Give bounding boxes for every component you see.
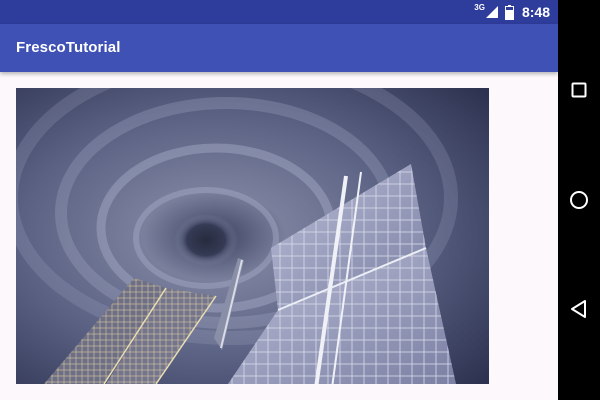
back-button[interactable] xyxy=(558,288,600,330)
back-icon xyxy=(570,299,588,319)
clock: 8:48 xyxy=(521,4,550,20)
hurricane-eye xyxy=(174,214,238,266)
home-button[interactable] xyxy=(558,179,600,221)
navigation-bar xyxy=(558,0,600,400)
app-title: FrescoTutorial xyxy=(16,39,121,56)
status-bar: 3G 8:48 xyxy=(0,0,558,24)
content-area xyxy=(0,72,558,400)
status-icons: 3G 8:48 xyxy=(474,0,550,24)
app-bar: FrescoTutorial xyxy=(0,24,558,72)
recents-button[interactable] xyxy=(558,69,600,111)
battery-icon xyxy=(504,4,514,20)
space-station-photo xyxy=(16,88,489,384)
image-view xyxy=(16,88,489,384)
home-icon xyxy=(569,190,589,210)
recents-icon xyxy=(571,82,587,98)
signal-icon xyxy=(485,5,499,19)
network-type-label: 3G xyxy=(474,2,485,12)
